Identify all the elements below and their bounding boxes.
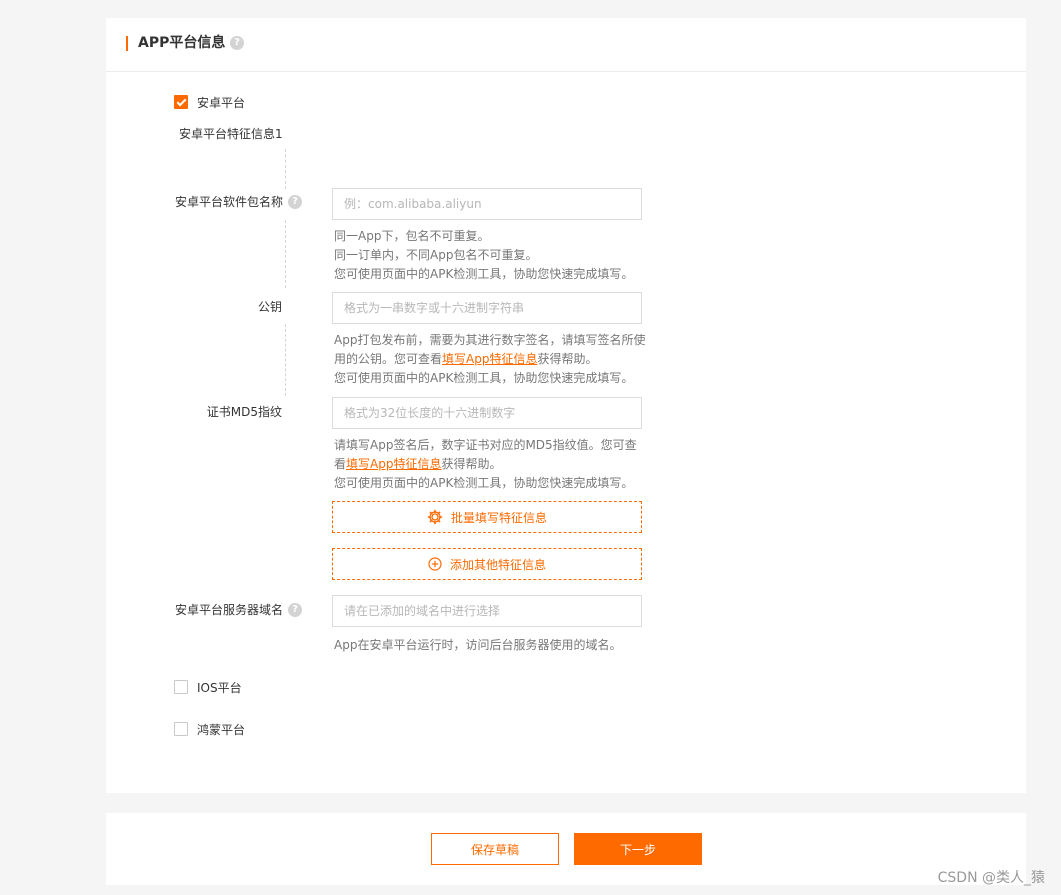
- gear-icon: [427, 509, 443, 525]
- connector-line: [285, 149, 286, 189]
- md5-input[interactable]: [332, 397, 642, 429]
- help-icon[interactable]: ?: [230, 36, 244, 50]
- connector-line: [285, 220, 286, 288]
- title-accent-bar: [126, 36, 128, 51]
- public-key-input[interactable]: [332, 292, 642, 324]
- batch-fill-button[interactable]: 批量填写特征信息: [332, 501, 642, 533]
- md5-hint-3: 您可使用页面中的APK检测工具，协助您快速完成填写。: [334, 476, 634, 490]
- connector-line: [285, 324, 286, 396]
- package-name-label: 安卓平台软件包名称: [174, 195, 283, 209]
- md5-hint-text: 看: [334, 457, 347, 471]
- add-feature-label: 添加其他特征信息: [449, 557, 546, 572]
- domain-help-icon[interactable]: ?: [288, 603, 302, 617]
- package-hint-1: 同一App下，包名不可重复。: [334, 229, 490, 243]
- domain-hint: App在安卓平台运行时，访问后台服务器使用的域名。: [334, 638, 622, 652]
- android-platform-checkbox[interactable]: [174, 95, 188, 109]
- footer-bar: 保存草稿 下一步: [106, 813, 1026, 885]
- md5-hint-2: 看填写App特征信息获得帮助。: [334, 455, 501, 474]
- add-feature-button[interactable]: 添加其他特征信息: [332, 548, 642, 580]
- feature-info-help-link[interactable]: 填写App特征信息: [346, 457, 441, 471]
- watermark-text: CSDN @类人_猿: [937, 870, 1045, 886]
- public-key-hint-text-end: 获得帮助。: [537, 352, 598, 366]
- android-platform-label: 安卓平台: [197, 96, 246, 110]
- public-key-hint-2: 用的公钥。您可查看填写App特征信息获得帮助。: [334, 350, 597, 369]
- server-domain-label: 安卓平台服务器域名: [174, 603, 283, 617]
- plus-circle-icon: [428, 557, 442, 571]
- next-step-button[interactable]: 下一步: [574, 833, 702, 865]
- ios-platform-label: IOS平台: [197, 681, 242, 695]
- android-feature-title: 安卓平台特征信息1: [179, 127, 283, 141]
- save-draft-button[interactable]: 保存草稿: [431, 833, 559, 865]
- app-platform-card: APP平台信息 ? 安卓平台 安卓平台特征信息1 安卓平台软件包名称 ? 同一A…: [106, 18, 1026, 793]
- section-title: APP平台信息: [138, 35, 226, 51]
- md5-hint-1: 请填写App签名后，数字证书对应的MD5指纹值。您可查: [334, 438, 637, 452]
- harmony-platform-label: 鸿蒙平台: [197, 723, 246, 737]
- package-name-input[interactable]: [332, 188, 642, 220]
- public-key-label: 公钥: [257, 300, 282, 314]
- md5-label: 证书MD5指纹: [206, 405, 282, 419]
- card-header: APP平台信息 ?: [106, 18, 1026, 72]
- md5-hint-text-end: 获得帮助。: [441, 457, 502, 471]
- feature-info-help-link[interactable]: 填写App特征信息: [442, 352, 537, 366]
- harmony-platform-checkbox[interactable]: [174, 722, 188, 736]
- public-key-hint-1: App打包发布前，需要为其进行数字签名，请填写签名所使: [334, 333, 646, 347]
- package-hint-3: 您可使用页面中的APK检测工具，协助您快速完成填写。: [334, 267, 634, 281]
- batch-fill-label: 批量填写特征信息: [450, 510, 547, 525]
- ios-platform-checkbox[interactable]: [174, 680, 188, 694]
- package-help-icon[interactable]: ?: [288, 195, 302, 209]
- package-hint-2: 同一订单内，不同App包名不可重复。: [334, 248, 538, 262]
- public-key-hint-text: 用的公钥。您可查看: [334, 352, 443, 366]
- public-key-hint-3: 您可使用页面中的APK检测工具，协助您快速完成填写。: [334, 371, 634, 385]
- server-domain-select[interactable]: [332, 595, 642, 627]
